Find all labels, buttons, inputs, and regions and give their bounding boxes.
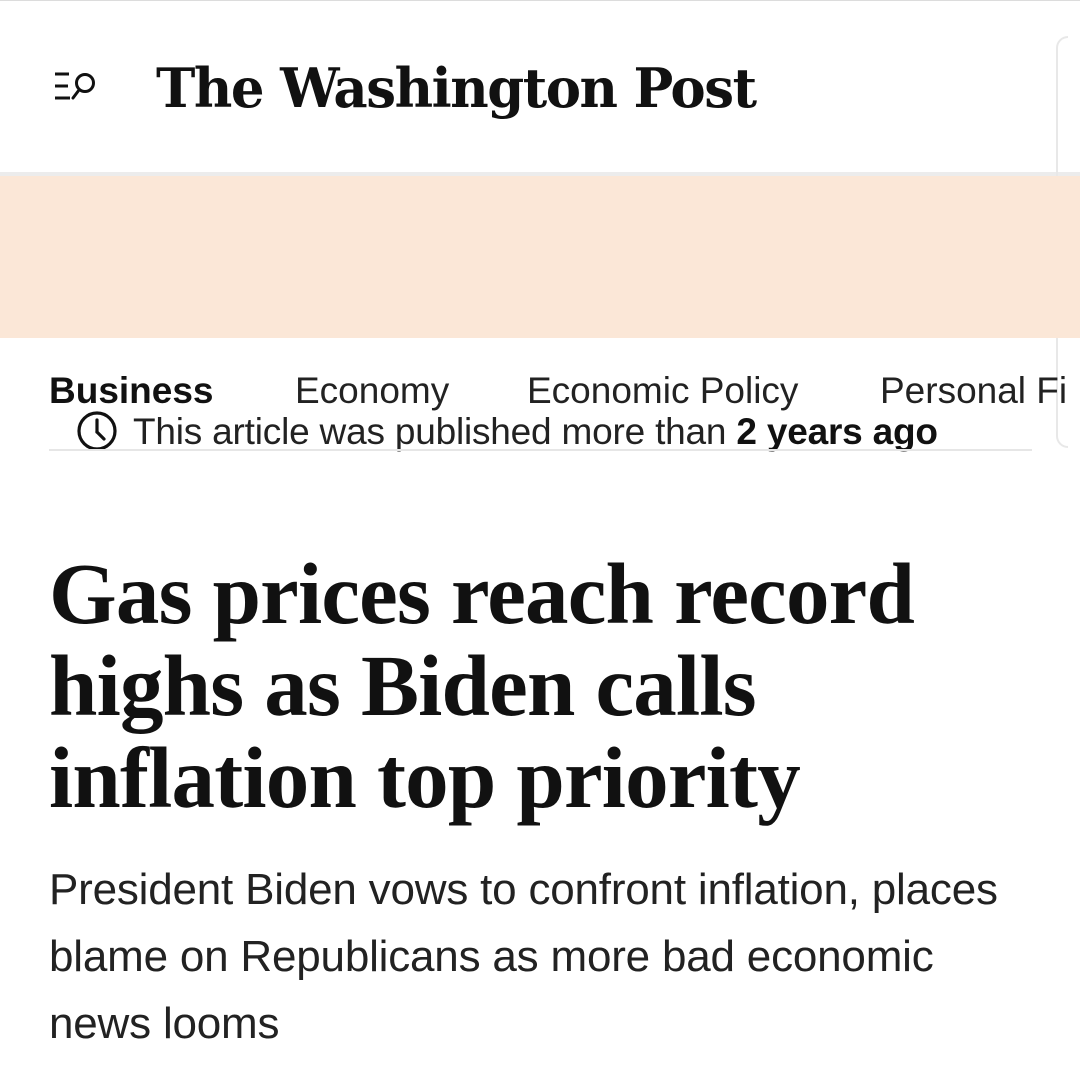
section-tab-economic-policy[interactable]: Economic Policy — [527, 364, 798, 418]
article-subheadline: President Biden vows to confront inflati… — [49, 865, 998, 1048]
article-age-banner: This article was published more than 2 y… — [0, 176, 1080, 452]
section-navigation: Business Economy Economic Policy Persona… — [49, 364, 1080, 418]
site-header: The Washington Post — [0, 0, 1080, 176]
menu-search-button[interactable] — [54, 67, 102, 107]
article-headline: Gas prices reach record highs as Biden c… — [49, 545, 915, 826]
section-nav-divider — [49, 449, 1032, 451]
section-tab-economy[interactable]: Economy — [295, 364, 449, 418]
menu-search-icon — [55, 72, 95, 100]
section-tab-business[interactable]: Business — [49, 364, 214, 418]
article-page: The Washington Post This article was pub… — [0, 0, 1080, 1086]
washington-post-logo[interactable]: The Washington Post — [156, 48, 757, 128]
section-tab-personal-finance[interactable]: Personal Fi — [880, 364, 1067, 418]
